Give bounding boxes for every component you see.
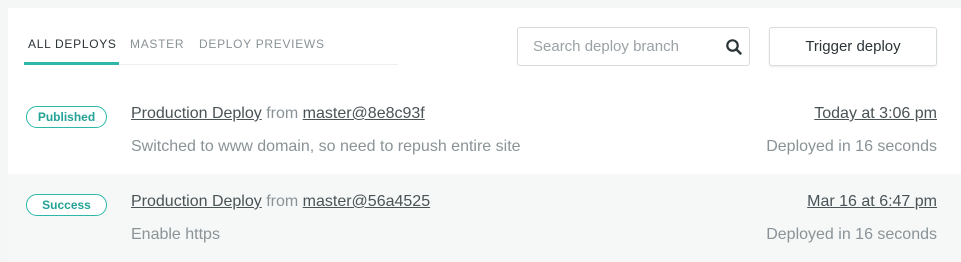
deploys-panel: All deploys Master Deploy previews Trigg…	[8, 8, 961, 262]
commit-ref-link[interactable]: master@8e8c93f	[303, 105, 425, 122]
search-icon[interactable]	[725, 38, 743, 56]
deploy-title-line: Production Deploy from master@56a4525	[131, 193, 430, 211]
deploy-row[interactable]: Published Production Deploy from master@…	[8, 86, 961, 174]
status-badge: Success	[26, 194, 107, 216]
trigger-deploy-button[interactable]: Trigger deploy	[769, 27, 937, 66]
deploy-duration: Deployed in 16 seconds	[766, 138, 937, 155]
deploy-title-link[interactable]: Production Deploy	[131, 105, 262, 122]
from-text: from	[266, 105, 299, 122]
deploy-title-line: Production Deploy from master@8e8c93f	[131, 105, 425, 123]
tab-deploy-previews[interactable]: Deploy previews	[199, 37, 325, 51]
commit-message: Switched to www domain, so need to repus…	[131, 138, 521, 155]
active-tab-indicator	[24, 62, 119, 65]
deploy-row[interactable]: Success Production Deploy from master@56…	[8, 174, 961, 262]
deploy-title-link[interactable]: Production Deploy	[131, 193, 262, 210]
status-badge: Published	[26, 106, 107, 128]
deploy-time-link[interactable]: Mar 16 at 6:47 pm	[807, 193, 937, 211]
from-text: from	[266, 193, 299, 210]
tab-master[interactable]: Master	[130, 37, 184, 51]
deploy-duration: Deployed in 16 seconds	[766, 226, 937, 243]
search-input[interactable]	[518, 28, 718, 65]
commit-message: Enable https	[131, 226, 220, 243]
deploy-tabs: All deploys Master Deploy previews	[24, 8, 398, 65]
commit-ref-link[interactable]: master@56a4525	[303, 193, 430, 210]
search-box	[517, 27, 750, 66]
deploy-time-link[interactable]: Today at 3:06 pm	[814, 105, 937, 123]
tab-all-deploys[interactable]: All deploys	[28, 37, 117, 51]
